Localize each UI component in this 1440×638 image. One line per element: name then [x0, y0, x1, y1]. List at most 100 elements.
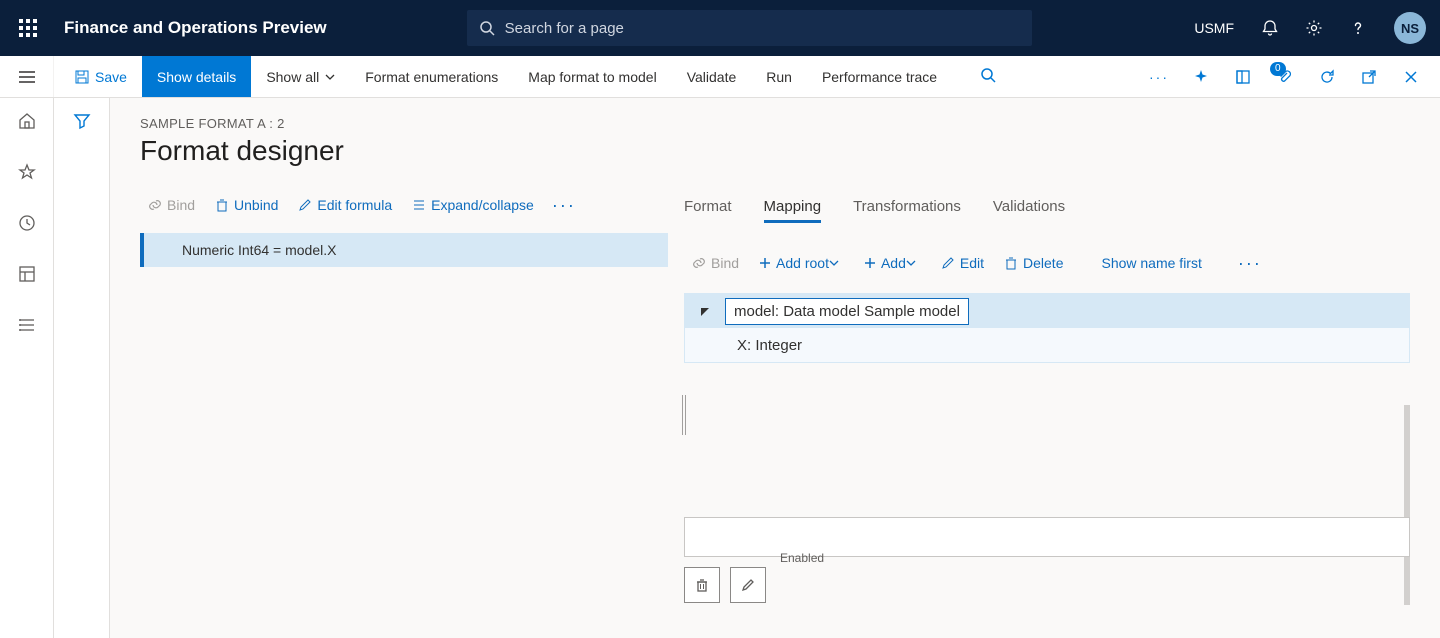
- map-format-to-model-button[interactable]: Map format to model: [513, 56, 671, 97]
- tree-root-row[interactable]: model: Data model Sample model: [685, 294, 1409, 328]
- show-all-label: Show all: [266, 69, 319, 85]
- property-edit-button[interactable]: [730, 567, 766, 603]
- modules-icon[interactable]: [18, 316, 36, 337]
- filter-pane-toggle[interactable]: [54, 98, 110, 638]
- run-label: Run: [766, 69, 792, 85]
- topbar-right: USMF NS: [1180, 0, 1440, 56]
- attachments-icon[interactable]: 0: [1264, 56, 1306, 98]
- chevron-down-icon: [829, 260, 839, 266]
- tree-child-label: X: Integer: [737, 337, 802, 354]
- tab-transformations[interactable]: Transformations: [853, 198, 961, 225]
- refresh-icon[interactable]: [1306, 56, 1348, 98]
- edit-formula-button[interactable]: Edit formula: [290, 193, 400, 217]
- top-nav-bar: Finance and Operations Preview Search fo…: [0, 0, 1440, 56]
- link-icon: [692, 256, 706, 270]
- performance-trace-button[interactable]: Performance trace: [807, 56, 952, 97]
- settings-icon[interactable]: [1292, 0, 1336, 56]
- recent-icon[interactable]: [18, 214, 36, 235]
- left-nav-rail: [0, 98, 54, 638]
- right-overflow-icon[interactable]: ···: [1232, 253, 1268, 274]
- edit-label: Edit: [960, 255, 984, 271]
- search-placeholder: Search for a page: [505, 20, 624, 37]
- cmdbar-search-icon[interactable]: [980, 67, 996, 86]
- breadcrumb: SAMPLE FORMAT A : 2: [140, 116, 1410, 131]
- mapping-bind-button[interactable]: Bind: [684, 251, 747, 275]
- save-label: Save: [95, 69, 127, 85]
- enabled-label: Enabled: [780, 551, 824, 565]
- run-button[interactable]: Run: [751, 56, 807, 97]
- trash-icon: [694, 577, 710, 593]
- office-icon[interactable]: [1222, 56, 1264, 98]
- trash-icon: [1004, 256, 1018, 270]
- data-source-tree: model: Data model Sample model X: Intege…: [684, 293, 1410, 363]
- map-format-label: Map format to model: [528, 69, 656, 85]
- add-button[interactable]: Add: [856, 251, 929, 275]
- expand-collapse-label: Expand/collapse: [431, 197, 534, 213]
- add-root-label: Add root: [776, 255, 829, 271]
- notifications-icon[interactable]: [1248, 0, 1292, 56]
- mapping-panel: Format Mapping Transformations Validatio…: [684, 185, 1410, 637]
- pencil-icon: [740, 577, 756, 593]
- expand-collapse-button[interactable]: Expand/collapse: [404, 193, 542, 217]
- right-toolbar: Bind Add root Add Edit: [684, 243, 1410, 283]
- help-icon[interactable]: [1336, 0, 1380, 56]
- tab-format[interactable]: Format: [684, 198, 732, 225]
- tree-child-row[interactable]: X: Integer: [685, 328, 1409, 362]
- property-delete-button[interactable]: [684, 567, 720, 603]
- unbind-button[interactable]: Unbind: [207, 193, 286, 217]
- hamburger-icon[interactable]: [0, 56, 54, 97]
- filter-icon: [73, 112, 91, 130]
- trash-icon: [215, 198, 229, 212]
- user-avatar[interactable]: NS: [1394, 12, 1426, 44]
- tab-mapping[interactable]: Mapping: [764, 198, 822, 225]
- save-icon: [75, 70, 89, 84]
- plus-icon: [759, 257, 771, 269]
- format-row-text: Numeric Int64 = model.X: [182, 242, 336, 258]
- list-icon: [412, 198, 426, 212]
- show-name-first-button[interactable]: Show name first: [1093, 251, 1209, 275]
- favorites-icon[interactable]: [18, 163, 36, 184]
- right-tabs: Format Mapping Transformations Validatio…: [684, 185, 1410, 225]
- chevron-down-icon: [325, 74, 335, 80]
- validate-label: Validate: [687, 69, 737, 85]
- left-overflow-icon[interactable]: ···: [546, 195, 582, 216]
- bind-button[interactable]: Bind: [140, 193, 203, 217]
- app-title: Finance and Operations Preview: [56, 18, 327, 38]
- show-details-label: Show details: [157, 69, 236, 85]
- add-label: Add: [881, 255, 906, 271]
- global-search[interactable]: Search for a page: [467, 10, 1032, 46]
- home-icon[interactable]: [18, 112, 36, 133]
- format-structure-panel: Bind Unbind Edit formula Expand/collapse…: [140, 185, 668, 637]
- cmdbar-right: ··· 0: [1138, 56, 1440, 97]
- sparkle-icon[interactable]: [1180, 56, 1222, 98]
- add-root-button[interactable]: Add root: [751, 251, 852, 275]
- performance-trace-label: Performance trace: [822, 69, 937, 85]
- link-icon: [148, 198, 162, 212]
- workspaces-icon[interactable]: [18, 265, 36, 286]
- waffle-icon[interactable]: [0, 0, 56, 56]
- command-bar: Save Show details Show all Format enumer…: [0, 56, 1440, 98]
- show-details-button[interactable]: Show details: [142, 56, 251, 97]
- tree-root-label: model: Data model Sample model: [725, 298, 969, 325]
- format-tree-row[interactable]: Numeric Int64 = model.X: [140, 233, 668, 267]
- triangle-expanded-icon: [699, 305, 711, 317]
- waffle-grid-icon: [19, 19, 37, 37]
- more-icon[interactable]: ···: [1138, 56, 1180, 98]
- save-button[interactable]: Save: [54, 56, 142, 97]
- show-all-button[interactable]: Show all: [251, 56, 350, 97]
- show-name-first-label: Show name first: [1101, 255, 1201, 271]
- pencil-icon: [941, 256, 955, 270]
- validate-button[interactable]: Validate: [672, 56, 752, 97]
- close-icon[interactable]: [1390, 56, 1432, 98]
- main-area: SAMPLE FORMAT A : 2 Format designer Bind…: [110, 98, 1440, 638]
- bind-label: Bind: [167, 197, 195, 213]
- delete-button[interactable]: Delete: [996, 251, 1071, 275]
- search-icon: [479, 20, 495, 36]
- left-toolbar: Bind Unbind Edit formula Expand/collapse…: [140, 185, 668, 225]
- tab-validations[interactable]: Validations: [993, 198, 1065, 225]
- popout-icon[interactable]: [1348, 56, 1390, 98]
- edit-button[interactable]: Edit: [933, 251, 992, 275]
- format-enumerations-button[interactable]: Format enumerations: [350, 56, 513, 97]
- edit-formula-label: Edit formula: [317, 197, 392, 213]
- legal-entity[interactable]: USMF: [1180, 20, 1248, 36]
